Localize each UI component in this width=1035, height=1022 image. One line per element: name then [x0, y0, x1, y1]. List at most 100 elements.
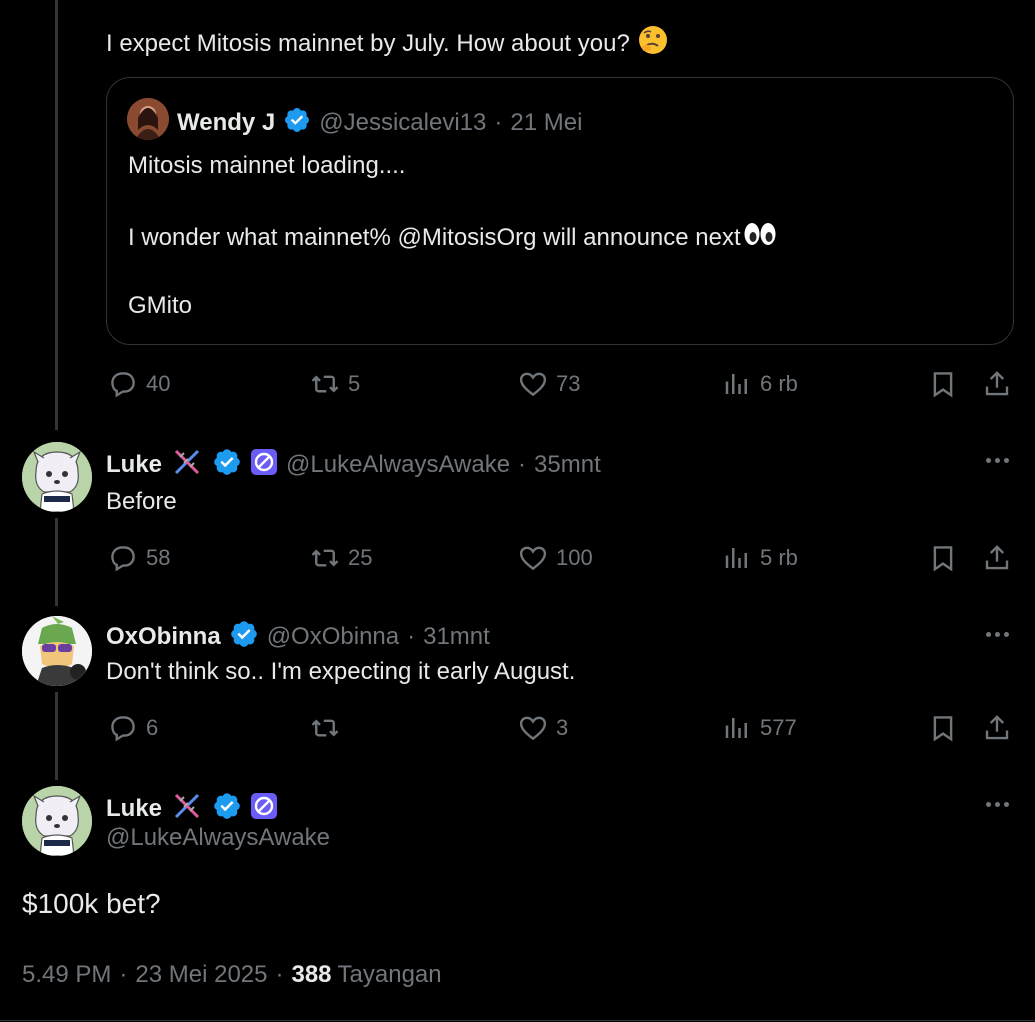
repost-button[interactable]: 5	[310, 368, 360, 400]
repost-button[interactable]	[310, 712, 348, 744]
repost-count: 25	[348, 545, 373, 570]
tweet-meta: 5.49 PM · 23 Mei 2025 · 388 Tayangan	[22, 959, 442, 991]
share-button[interactable]	[982, 712, 1012, 744]
author-name[interactable]: OxObinna	[106, 623, 221, 651]
separator: ·	[518, 450, 527, 478]
reply-button[interactable]: 58	[108, 542, 170, 574]
author-handle[interactable]: @Jessicalevi13	[319, 109, 486, 137]
views-count: 388	[291, 961, 332, 988]
timestamp[interactable]: 31mnt	[423, 623, 490, 651]
more-options-button[interactable]	[983, 455, 1011, 465]
separator: ·	[275, 961, 284, 988]
reply-text: Don't think so.. I'm expecting it early …	[106, 658, 576, 685]
like-count: 100	[556, 545, 593, 570]
reply-icon	[111, 716, 135, 742]
avatar[interactable]	[22, 616, 92, 686]
bookmark-icon	[933, 546, 953, 572]
reply-count: 40	[146, 371, 171, 396]
verified-badge-icon	[212, 791, 242, 826]
like-count: 3	[556, 715, 569, 740]
reply-button[interactable]: 40	[108, 368, 170, 400]
reply-count: 58	[146, 545, 171, 570]
view-count: 6 rb	[760, 371, 798, 396]
author-handle[interactable]: @LukeAlwaysAwake	[286, 451, 510, 479]
like-button[interactable]: 3	[518, 712, 568, 744]
analytics-icon	[725, 548, 747, 568]
views-button[interactable]: 5 rb	[722, 542, 798, 574]
share-icon	[985, 371, 1009, 396]
timestamp[interactable]: 35mnt	[534, 451, 601, 479]
share-icon	[985, 545, 1009, 570]
dna-emoji	[170, 789, 204, 828]
like-count: 73	[556, 371, 581, 396]
share-button[interactable]	[982, 542, 1012, 574]
main-tweet-text: $100k bet?	[22, 888, 161, 919]
repost-icon	[311, 719, 339, 737]
more-options-button[interactable]	[983, 629, 1011, 639]
heart-icon	[519, 546, 547, 571]
repost-icon	[311, 375, 339, 393]
reply-icon	[111, 546, 135, 572]
affiliate-badge-icon[interactable]	[250, 448, 278, 481]
bookmark-button[interactable]	[928, 542, 958, 574]
thread-line	[55, 518, 58, 606]
view-count: 5 rb	[760, 545, 798, 570]
bookmark-icon	[933, 716, 953, 742]
avatar[interactable]	[127, 98, 169, 140]
author-handle[interactable]: @LukeAlwaysAwake	[106, 824, 330, 852]
reply-header: OxObinna @OxObinna · 31mnt	[106, 619, 490, 654]
like-button[interactable]: 73	[518, 368, 580, 400]
post-date[interactable]: 23 Mei 2025	[135, 959, 267, 991]
reply-button[interactable]: 6	[108, 712, 158, 744]
quote-header: Wendy J @Jessicalevi13 · 21 Mei	[177, 106, 582, 139]
affiliate-badge-icon[interactable]	[250, 792, 278, 825]
share-icon	[985, 715, 1009, 740]
bookmark-button[interactable]	[928, 712, 958, 744]
quoted-tweet[interactable]: Wendy J @Jessicalevi13 · 21 Mei Mitosis …	[106, 77, 1014, 345]
analytics-icon	[725, 718, 747, 738]
analytics-icon	[725, 374, 747, 394]
bookmark-button[interactable]	[928, 368, 958, 400]
repost-button[interactable]: 25	[310, 542, 372, 574]
quote-line: I wonder what mainnet% @MitosisOrg will …	[128, 224, 741, 251]
heart-icon	[519, 372, 547, 397]
post-time[interactable]: 5.49 PM	[22, 959, 111, 991]
divider	[0, 1020, 1035, 1021]
heart-icon	[519, 716, 547, 741]
author-handle[interactable]: @OxObinna	[267, 623, 399, 651]
separator: ·	[119, 961, 128, 988]
repost-count: 5	[348, 371, 361, 396]
like-button[interactable]: 100	[518, 542, 593, 574]
repost-icon	[311, 549, 339, 567]
view-count: 577	[760, 715, 797, 740]
quote-line-with-emoji: I wonder what mainnet% @MitosisOrg will …	[128, 221, 777, 255]
main-tweet-header: Luke	[106, 789, 278, 828]
share-button[interactable]	[982, 368, 1012, 400]
views-label: Tayangan	[337, 961, 442, 988]
dna-emoji	[170, 445, 204, 484]
thread-line	[55, 0, 58, 430]
more-options-button[interactable]	[983, 799, 1011, 809]
top-tweet-text: I expect Mitosis mainnet by July. How ab…	[106, 25, 668, 63]
thinking-face-emoji	[638, 25, 668, 63]
views-button[interactable]: 577	[722, 712, 797, 744]
quote-line: GMito	[128, 292, 193, 319]
verified-badge-icon	[283, 106, 311, 139]
avatar[interactable]	[22, 442, 92, 512]
separator: ·	[494, 108, 503, 136]
author-name[interactable]: Wendy J	[177, 109, 275, 137]
avatar[interactable]	[22, 786, 92, 856]
reply-text: Before	[106, 488, 177, 515]
timestamp[interactable]: 21 Mei	[510, 109, 582, 137]
quote-line: Mitosis mainnet loading....	[128, 152, 406, 179]
views-button[interactable]: 6 rb	[722, 368, 798, 400]
eyes-emoji	[743, 221, 777, 255]
verified-badge-icon	[229, 619, 259, 654]
author-name[interactable]: Luke	[106, 451, 162, 479]
reply-header: Luke @LukeAlwaysAwake · 35mnt	[106, 445, 601, 484]
thread-line	[55, 692, 58, 780]
author-name[interactable]: Luke	[106, 795, 162, 823]
verified-badge-icon	[212, 447, 242, 482]
bookmark-icon	[933, 372, 953, 398]
reply-icon	[111, 372, 135, 398]
